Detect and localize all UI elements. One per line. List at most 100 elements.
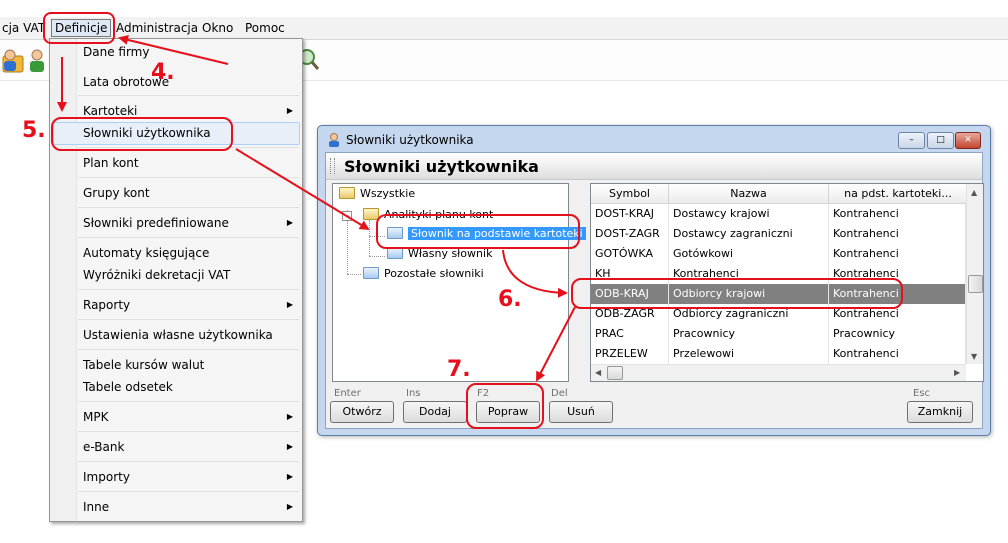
menu-item-label: Importy	[83, 470, 130, 484]
menu-item-slowniki-uzytkownika[interactable]: Słowniki użytkownika	[83, 123, 295, 143]
table-row[interactable]: PRZELEW Przelewowi Kontrahenci	[591, 344, 966, 364]
cell-kartoteka: Kontrahenci	[829, 264, 966, 284]
window-title: Słowniki użytkownika	[346, 133, 474, 147]
menu-item-raporty[interactable]: Raporty ▶	[83, 295, 295, 315]
cell-nazwa: Przelewowi	[669, 344, 829, 364]
cell-symbol: KH	[591, 264, 669, 284]
page-title: Słowniki użytkownika	[344, 157, 539, 176]
menu-item-label: Ustawienia własne użytkownika	[83, 328, 273, 342]
table-row[interactable]: ODB-ZAGR Odbiorcy zagraniczni Kontrahenci	[591, 304, 966, 324]
folder-icon	[387, 247, 403, 259]
users-icon[interactable]	[0, 46, 48, 74]
menu-item-label: MPK	[83, 410, 109, 424]
minimize-button[interactable]: –	[898, 132, 925, 149]
cell-symbol: DOST-KRAJ	[591, 204, 669, 224]
menu-item-automaty-ksiegujace[interactable]: Automaty księgujące	[83, 243, 295, 263]
menu-item-lata-obrotowe[interactable]: Lata obrotowe	[83, 72, 295, 92]
menu-administracja[interactable]: Administracja	[116, 20, 198, 36]
vertical-scrollbar[interactable]: ▲ ▼	[966, 184, 983, 364]
menu-item-plan-kont[interactable]: Plan kont	[83, 153, 295, 173]
menu-separator	[78, 237, 299, 238]
table-row[interactable]: DOST-ZAGR Dostawcy zagraniczni Kontrahenci	[591, 224, 966, 244]
vertical-scroll-thumb[interactable]	[968, 275, 983, 293]
menu-item-grupy-kont[interactable]: Grupy kont	[83, 183, 295, 203]
column-header-symbol[interactable]: Symbol	[591, 184, 669, 204]
menu-item-slowniki-predefiniowane[interactable]: Słowniki predefiniowane ▶	[83, 213, 295, 233]
step-4-label: 4.	[151, 60, 175, 85]
tree-node-wszystkie[interactable]: Wszystkie	[339, 185, 415, 203]
menu-separator	[78, 349, 299, 350]
scroll-up-icon[interactable]: ▲	[971, 188, 977, 197]
hint-ins: Ins	[406, 388, 421, 399]
horizontal-scrollbar[interactable]: ◀ ▶	[591, 364, 966, 381]
tree-node-label: Własny słownik	[408, 247, 493, 260]
menu-item-label: Wyróżniki dekretacji VAT	[83, 268, 231, 282]
close-window-button[interactable]: ✕	[955, 132, 981, 149]
menu-item-wyrozniki-dekretacji[interactable]: Wyróżniki dekretacji VAT	[83, 265, 295, 285]
menu-item-label: Kartoteki	[83, 104, 138, 118]
menu-definicje[interactable]: Definicje	[51, 19, 112, 37]
menu-separator	[78, 177, 299, 178]
step-7-label: 7.	[447, 357, 471, 382]
tree-node-pozostale[interactable]: Pozostałe słowniki	[363, 265, 484, 283]
menu-item-label: Słowniki predefiniowane	[83, 216, 229, 230]
menu-item-mpk[interactable]: MPK ▶	[83, 407, 295, 427]
menu-pomoc[interactable]: Pomoc	[245, 20, 285, 36]
menu-separator	[78, 401, 299, 402]
submenu-arrow-icon: ▶	[286, 218, 293, 227]
column-header-kartoteka[interactable]: na pdst. kartoteki...	[829, 184, 968, 204]
menu-item-inne[interactable]: Inne ▶	[83, 497, 295, 517]
menu-item-tabele-kursow[interactable]: Tabele kursów walut	[83, 355, 295, 375]
menu-vat[interactable]: cja VAT	[2, 20, 45, 36]
close-button[interactable]: Zamknij	[907, 401, 973, 423]
cell-kartoteka: Kontrahenci	[829, 284, 966, 304]
menu-item-label: Dane firmy	[83, 45, 150, 59]
expander-minus-icon[interactable]: –	[342, 211, 352, 221]
slowniki-window: Słowniki użytkownika – □ ✕ Słowniki użyt…	[317, 125, 991, 436]
folder-open-icon	[363, 208, 379, 220]
edit-button[interactable]: Popraw	[476, 401, 540, 423]
table-row[interactable]: GOTÓWKA Gotówkowi Kontrahenci	[591, 244, 966, 264]
hint-esc: Esc	[913, 388, 931, 399]
menu-item-tabele-odsetek[interactable]: Tabele odsetek	[83, 377, 295, 397]
step-6-label: 6.	[498, 287, 522, 312]
cell-nazwa: Kontrahenci	[669, 264, 829, 284]
tree-node-analityki[interactable]: Analityki planu kont	[363, 206, 493, 224]
submenu-arrow-icon: ▶	[286, 106, 293, 115]
grip-icon	[330, 158, 335, 174]
table-row[interactable]: KH Kontrahenci Kontrahenci	[591, 264, 966, 284]
table-row[interactable]: DOST-KRAJ Dostawcy krajowi Kontrahenci	[591, 204, 966, 224]
menu-item-e-bank[interactable]: e-Bank ▶	[83, 437, 295, 457]
menu-separator	[78, 431, 299, 432]
menu-separator	[78, 461, 299, 462]
menu-item-label: Inne	[83, 500, 110, 514]
scroll-left-icon[interactable]: ◀	[595, 368, 601, 377]
tree-node-slownik-kartoteki[interactable]: Słownik na podstawie kartoteki	[387, 225, 586, 243]
cell-nazwa: Pracownicy	[669, 324, 829, 344]
delete-button[interactable]: Usuń	[549, 401, 613, 423]
cell-kartoteka: Kontrahenci	[829, 204, 966, 224]
tree-node-label: Słownik na podstawie kartoteki	[408, 227, 586, 240]
menu-gutter	[50, 39, 77, 521]
open-button[interactable]: Otwórz	[330, 401, 394, 423]
tree-node-label: Wszystkie	[360, 187, 416, 200]
menu-item-dane-firmy[interactable]: Dane firmy	[83, 42, 295, 62]
maximize-button[interactable]: □	[927, 132, 954, 149]
add-button[interactable]: Dodaj	[403, 401, 467, 423]
table-row[interactable]: PRAC Pracownicy Pracownicy	[591, 324, 966, 344]
menu-item-label: Słowniki użytkownika	[83, 126, 211, 140]
column-header-nazwa[interactable]: Nazwa	[669, 184, 829, 204]
table-row[interactable]: ODB-KRAJ Odbiorcy krajowi Kontrahenci	[591, 284, 966, 304]
scroll-right-icon[interactable]: ▶	[954, 368, 960, 377]
tree-node-label: Analityki planu kont	[384, 208, 494, 221]
cell-nazwa: Dostawcy zagraniczni	[669, 224, 829, 244]
scroll-down-icon[interactable]: ▼	[971, 352, 977, 361]
horizontal-scroll-thumb[interactable]	[607, 366, 623, 380]
menu-item-importy[interactable]: Importy ▶	[83, 467, 295, 487]
tree-node-label: Pozostałe słowniki	[384, 267, 484, 280]
tree-node-wlasny-slownik[interactable]: Własny słownik	[387, 245, 492, 263]
cell-symbol: ODB-KRAJ	[591, 284, 669, 304]
menu-okno[interactable]: Okno	[202, 20, 233, 36]
menu-item-ustawienia-wlasne[interactable]: Ustawienia własne użytkownika	[83, 325, 295, 345]
menu-item-kartoteki[interactable]: Kartoteki ▶	[83, 101, 295, 121]
